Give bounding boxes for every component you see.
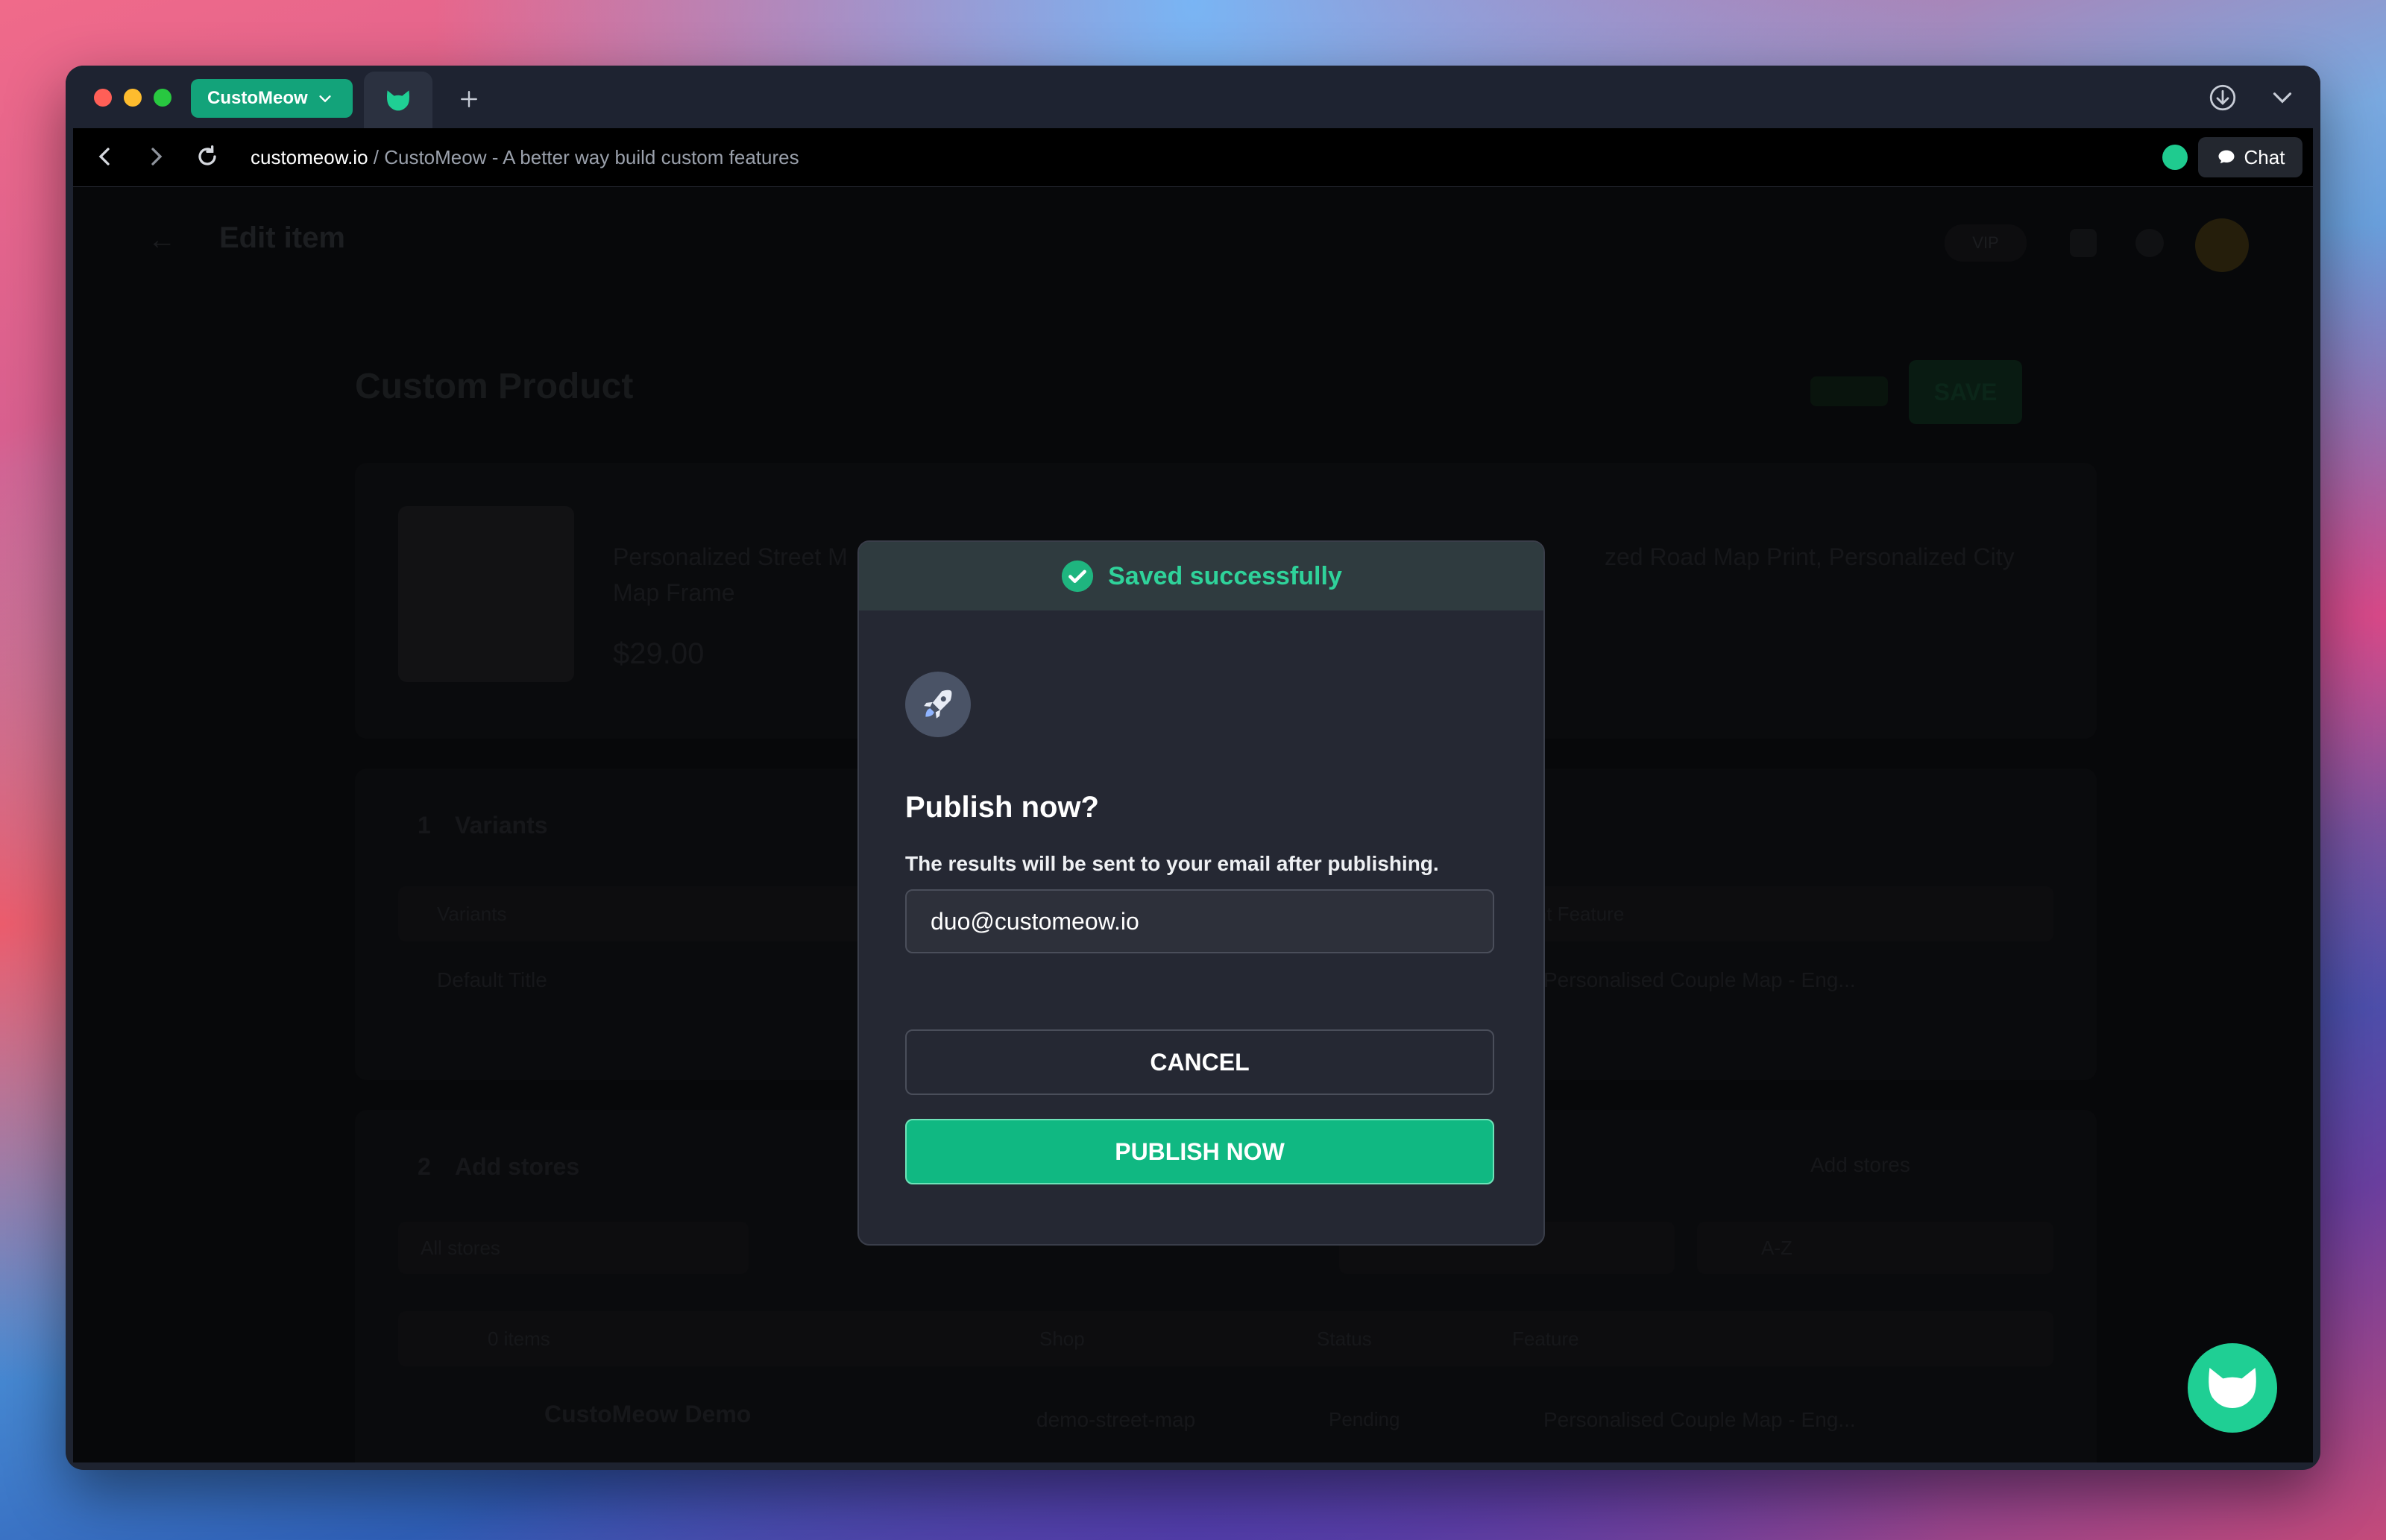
rocket-badge: [905, 672, 971, 737]
chat-launcher-button[interactable]: [2188, 1343, 2277, 1433]
forward-button[interactable]: [142, 142, 171, 171]
rocket-icon: [924, 689, 952, 719]
chevron-down-icon: [2273, 92, 2292, 104]
downloads-button[interactable]: [2207, 82, 2238, 113]
new-tab-button[interactable]: [450, 81, 488, 118]
chat-button[interactable]: Chat: [2198, 137, 2302, 177]
address-bar[interactable]: customeow.io / CustoMeow - A better way …: [251, 146, 799, 169]
saved-toast: Saved successfully: [859, 542, 1543, 610]
url-page-title: CustoMeow - A better way build custom fe…: [384, 146, 799, 168]
tab-bar: CustoMeow: [66, 66, 2320, 128]
chat-bubble-icon: [2218, 150, 2235, 164]
close-window-button[interactable]: [94, 89, 112, 107]
back-button[interactable]: [89, 142, 119, 171]
browser-window: CustoMeow customeow.io / CustoMeow - A b…: [66, 66, 2320, 1470]
cancel-button[interactable]: CANCEL: [905, 1029, 1494, 1095]
publish-dialog: Saved successfully Publish now? The resu…: [857, 540, 1545, 1246]
chevron-right-icon: [151, 148, 163, 165]
dialog-title: Publish now?: [905, 791, 1099, 824]
tab-list-button[interactable]: [2267, 82, 2298, 113]
minimize-window-button[interactable]: [124, 89, 142, 107]
extension-icon[interactable]: [2162, 145, 2188, 170]
publish-now-button[interactable]: PUBLISH NOW: [905, 1119, 1494, 1184]
url-domain: customeow.io: [251, 146, 368, 168]
plus-icon: [461, 91, 477, 107]
reload-icon: [198, 145, 216, 165]
dialog-description: The results will be sent to your email a…: [905, 852, 1439, 875]
cat-logo-icon: [387, 90, 409, 111]
chevron-left-icon: [98, 148, 110, 165]
reload-button[interactable]: [192, 142, 222, 171]
url-separator: /: [368, 146, 385, 168]
toast-message: Saved successfully: [1108, 561, 1342, 590]
tab-customeow[interactable]: [364, 72, 432, 128]
page-viewport: ← Edit item VIP Custom Product SAVE Pers…: [73, 187, 2313, 1462]
chevron-down-icon: [319, 95, 331, 103]
chat-label: Chat: [2244, 145, 2285, 168]
address-toolbar: customeow.io / CustoMeow - A better way …: [73, 128, 2313, 187]
profile-name: CustoMeow: [207, 88, 308, 108]
check-circle-icon: [1062, 560, 1094, 593]
maximize-window-button[interactable]: [154, 89, 171, 107]
profile-switcher[interactable]: CustoMeow: [191, 79, 353, 118]
email-field[interactable]: [905, 889, 1494, 953]
cat-logo-icon: [2209, 1368, 2256, 1408]
download-icon: [2209, 84, 2236, 111]
